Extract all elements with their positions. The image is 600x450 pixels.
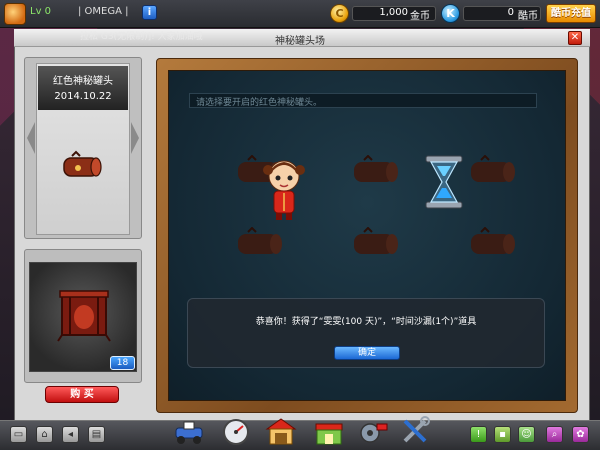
chat-icon[interactable]: ▪ bbox=[494, 426, 511, 443]
item-name: 红色神秘罐头 bbox=[53, 76, 113, 87]
alert-icon[interactable]: ! bbox=[470, 426, 487, 443]
kcoin-balance-value: 0 bbox=[507, 7, 514, 18]
next-item-arrow-icon[interactable] bbox=[131, 122, 139, 154]
tools-icon[interactable] bbox=[398, 416, 432, 446]
reward-message: 恭喜你！获得了“雯雯(100 天)”，“时间沙漏(1个)”道具 bbox=[255, 317, 477, 327]
settings-icon[interactable]: ✿ bbox=[572, 426, 589, 443]
red-can-icon bbox=[63, 150, 102, 177]
search-icon[interactable]: ⌕ bbox=[546, 426, 563, 443]
speedometer-icon[interactable] bbox=[219, 416, 253, 446]
buy-button[interactable]: 购 买 bbox=[45, 386, 119, 403]
friends-icon[interactable]: ☺ bbox=[518, 426, 535, 443]
kcoin-balance-label: 酷币 bbox=[518, 11, 538, 22]
confirm-button[interactable]: 确定 bbox=[334, 346, 400, 360]
mystery-can-slot-2[interactable] bbox=[350, 155, 400, 189]
close-button[interactable]: ✕ bbox=[568, 31, 582, 45]
item-count-badge: 18 bbox=[110, 356, 135, 370]
recharge-button[interactable]: 酷币充值 bbox=[546, 4, 596, 23]
window-title: 神秘罐头场 bbox=[275, 36, 325, 47]
home-icon[interactable]: ⌂ bbox=[36, 426, 53, 443]
gold-coin-icon: C bbox=[330, 4, 349, 23]
character-reward-icon bbox=[263, 160, 305, 220]
kcoin-icon: K bbox=[441, 4, 460, 23]
folder-icon[interactable]: ▤ bbox=[88, 426, 105, 443]
kart-icon[interactable] bbox=[172, 416, 206, 446]
mystery-can-slot-3[interactable] bbox=[467, 155, 517, 189]
player-name: | OMEGA | bbox=[78, 6, 129, 17]
mystery-can-slot-5[interactable] bbox=[350, 227, 400, 261]
player-level: Lv 0 bbox=[30, 6, 52, 17]
shop-icon[interactable] bbox=[312, 416, 346, 446]
game-logo-icon bbox=[4, 3, 26, 25]
item-date: 2014.10.22 bbox=[54, 91, 112, 102]
screen-icon[interactable]: ▭ bbox=[10, 426, 27, 443]
hint-text: 请选择要开启的红色神秘罐头。 bbox=[196, 98, 323, 108]
red-crate-icon bbox=[57, 290, 111, 342]
gold-balance-label: 金币 bbox=[410, 11, 430, 22]
garage-icon[interactable] bbox=[264, 416, 298, 446]
info-button[interactable]: i bbox=[142, 5, 157, 20]
gold-balance-value: 1,000 bbox=[379, 7, 408, 18]
mystery-can-slot-6[interactable] bbox=[467, 227, 517, 261]
hourglass-reward-icon bbox=[425, 155, 463, 209]
mystery-can-slot-4[interactable] bbox=[234, 227, 284, 261]
back-icon[interactable]: ◂ bbox=[62, 426, 79, 443]
workshop-icon[interactable] bbox=[357, 416, 391, 446]
prev-item-arrow-icon[interactable] bbox=[27, 122, 35, 154]
